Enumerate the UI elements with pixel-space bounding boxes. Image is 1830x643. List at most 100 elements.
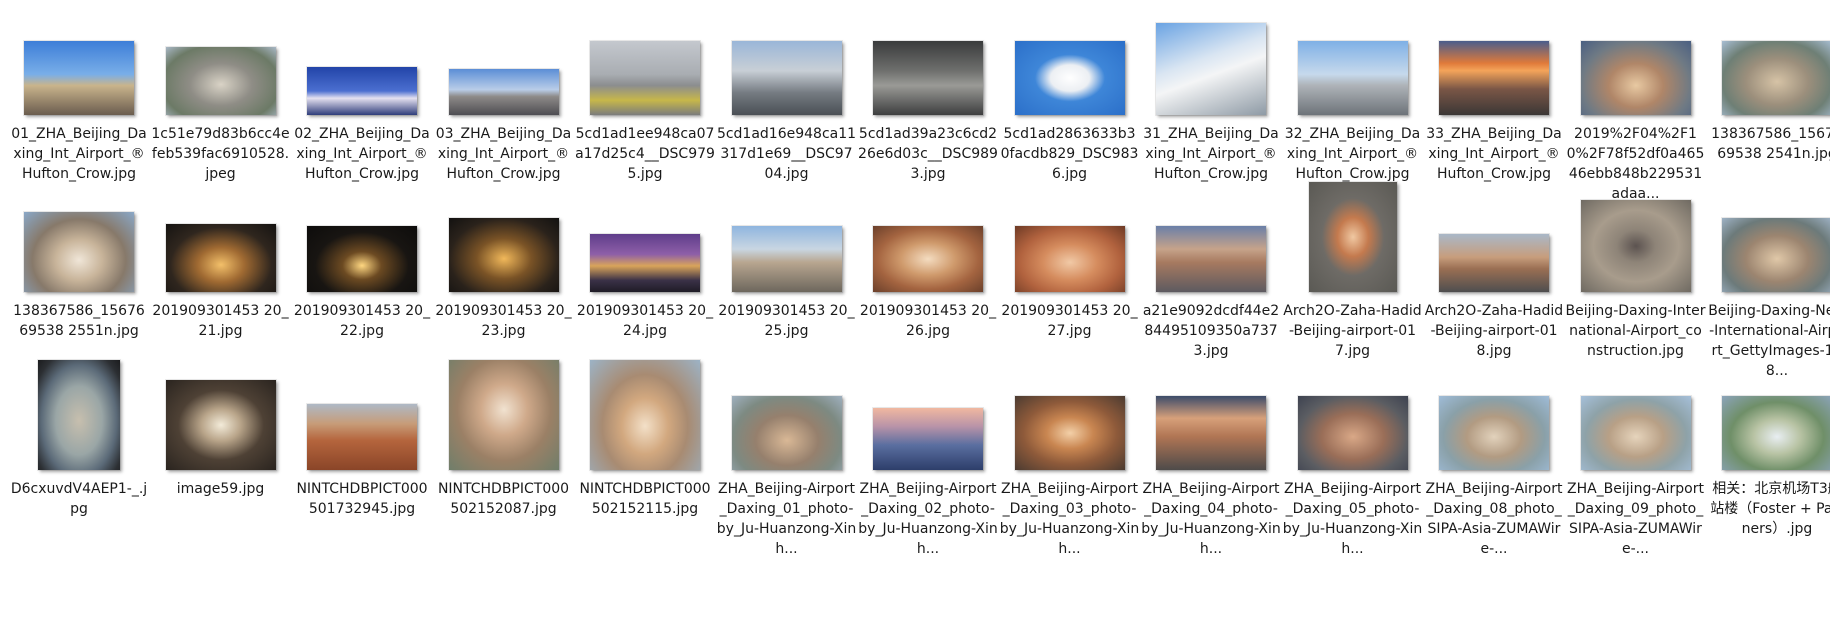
file-item[interactable]: NINTCHDBPICT000501732945.jpg <box>292 355 432 555</box>
file-thumbnail[interactable] <box>164 46 277 116</box>
file-item[interactable]: 201909301453 20_23.jpg <box>434 177 574 377</box>
file-item[interactable]: D6cxuvdV4AEP1-_.jpg <box>9 355 149 555</box>
file-thumbnail[interactable] <box>1579 40 1692 116</box>
file-name[interactable]: NINTCHDBPICT000502152087.jpg <box>434 479 574 519</box>
file-item[interactable]: 5cd1ad1ee948ca07a17d25c4__DSC9795.jpg <box>575 0 715 200</box>
file-thumbnail[interactable] <box>306 225 418 293</box>
file-thumbnail[interactable] <box>1013 225 1126 293</box>
file-name[interactable]: 33_ZHA_Beijing_Daxing_Int_Airport_®Hufto… <box>1424 124 1564 184</box>
file-thumbnail[interactable] <box>872 225 984 293</box>
file-item[interactable]: Arch2O-Zaha-Hadid-Beijing-airport-017.jp… <box>1283 177 1423 377</box>
file-name[interactable]: 相关：北京机场T3航站楼（Foster + Partners）.jpg <box>1707 479 1830 539</box>
file-thumbnail[interactable] <box>23 40 135 116</box>
file-thumbnail[interactable] <box>306 66 418 116</box>
file-name[interactable]: 5cd1ad2863633b30facdb829_DSC9836.jpg <box>1000 124 1140 184</box>
file-thumbnail[interactable] <box>589 359 701 471</box>
file-name[interactable]: 1c51e79d83b6cc4efeb539fac6910528.jpeg <box>151 124 291 184</box>
file-thumbnail[interactable] <box>1155 22 1267 116</box>
file-thumbnail[interactable] <box>589 40 701 116</box>
file-item[interactable]: ZHA_Beijing-Airport_Daxing_05_photo-by_J… <box>1283 355 1423 557</box>
file-name[interactable]: Arch2O-Zaha-Hadid-Beijing-airport-018.jp… <box>1424 301 1564 361</box>
file-name[interactable]: Arch2O-Zaha-Hadid-Beijing-airport-017.jp… <box>1283 301 1423 361</box>
file-thumbnail[interactable] <box>447 68 560 116</box>
file-thumbnail[interactable] <box>1155 395 1267 471</box>
file-item[interactable]: 138367586_1567669538 2551n.jpg <box>9 177 149 377</box>
file-thumbnail[interactable] <box>447 359 560 471</box>
file-item[interactable]: ZHA_Beijing-Airport_Daxing_04_photo-by_J… <box>1141 355 1281 557</box>
file-item[interactable]: 138367586_1567669538 2541n.jpg <box>1707 0 1830 200</box>
file-item[interactable]: 相关：北京机场T3航站楼（Foster + Partners）.jpg <box>1707 355 1830 555</box>
file-thumbnail[interactable] <box>730 395 843 471</box>
file-name[interactable]: ZHA_Beijing-Airport_Daxing_04_photo-by_J… <box>1141 479 1281 559</box>
file-item[interactable]: 02_ZHA_Beijing_Daxing_Int_Airport_®Hufto… <box>292 0 432 200</box>
file-item[interactable]: 1c51e79d83b6cc4efeb539fac6910528.jpeg <box>151 0 291 200</box>
file-item[interactable]: ZHA_Beijing-Airport_Daxing_08_photo_SIPA… <box>1424 355 1564 557</box>
file-thumbnail[interactable] <box>872 407 984 471</box>
file-thumbnail[interactable] <box>1438 395 1550 471</box>
file-thumbnail[interactable] <box>1013 395 1126 471</box>
file-name[interactable]: 201909301453 20_23.jpg <box>434 301 574 341</box>
file-item[interactable]: NINTCHDBPICT000502152087.jpg <box>434 355 574 555</box>
file-item[interactable]: Beijing-Daxing-International-Airport_con… <box>1566 177 1706 377</box>
file-item[interactable]: 5cd1ad2863633b30facdb829_DSC9836.jpg <box>1000 0 1140 200</box>
file-name[interactable]: 32_ZHA_Beijing_Daxing_Int_Airport_®Hufto… <box>1283 124 1423 184</box>
file-name[interactable]: ZHA_Beijing-Airport_Daxing_08_photo_SIPA… <box>1424 479 1564 559</box>
file-item[interactable]: 31_ZHA_Beijing_Daxing_Int_Airport_®Hufto… <box>1141 0 1281 200</box>
file-thumbnail[interactable] <box>1721 40 1830 116</box>
file-name[interactable]: 5cd1ad39a23c6cd226e6d03c__DSC9893.jpg <box>858 124 998 184</box>
file-thumbnail[interactable] <box>1296 40 1409 116</box>
file-name[interactable]: ZHA_Beijing-Airport_Daxing_09_photo_SIPA… <box>1566 479 1706 559</box>
file-thumbnail[interactable] <box>730 40 843 116</box>
file-name[interactable]: 201909301453 20_21.jpg <box>151 301 291 341</box>
file-thumbnail[interactable] <box>1013 40 1126 116</box>
file-item[interactable]: image59.jpg <box>151 355 291 555</box>
file-item[interactable]: 201909301453 20_22.jpg <box>292 177 432 377</box>
file-item[interactable]: 201909301453 20_24.jpg <box>575 177 715 377</box>
file-thumbnail[interactable] <box>1307 181 1398 293</box>
file-name[interactable]: D6cxuvdV4AEP1-_.jpg <box>9 479 149 519</box>
file-thumbnail[interactable] <box>1579 395 1692 471</box>
file-name[interactable]: ZHA_Beijing-Airport_Daxing_03_photo-by_J… <box>1000 479 1140 559</box>
file-name[interactable]: Beijing-Daxing-International-Airport_con… <box>1566 301 1706 361</box>
file-item[interactable]: 5cd1ad16e948ca11317d1e69__DSC9704.jpg <box>717 0 857 200</box>
file-name[interactable]: 03_ZHA_Beijing_Daxing_Int_Airport_®Hufto… <box>434 124 574 184</box>
file-item[interactable]: Arch2O-Zaha-Hadid-Beijing-airport-018.jp… <box>1424 177 1564 377</box>
file-item[interactable]: 201909301453 20_21.jpg <box>151 177 291 377</box>
file-name[interactable]: 138367586_1567669538 2551n.jpg <box>9 301 149 341</box>
file-thumbnail[interactable] <box>164 379 277 471</box>
file-name[interactable]: ZHA_Beijing-Airport_Daxing_02_photo-by_J… <box>858 479 998 559</box>
file-name[interactable]: ZHA_Beijing-Airport_Daxing_05_photo-by_J… <box>1283 479 1423 559</box>
file-item[interactable]: 01_ZHA_Beijing_Daxing_Int_Airport_®Hufto… <box>9 0 149 200</box>
file-thumbnail[interactable] <box>1438 233 1550 293</box>
file-item[interactable]: ZHA_Beijing-Airport_Daxing_09_photo_SIPA… <box>1566 355 1706 557</box>
file-name[interactable]: NINTCHDBPICT000501732945.jpg <box>292 479 432 519</box>
file-name[interactable]: ZHA_Beijing-Airport_Daxing_01_photo-by_J… <box>717 479 857 559</box>
file-item[interactable]: NINTCHDBPICT000502152115.jpg <box>575 355 715 555</box>
file-name[interactable]: NINTCHDBPICT000502152115.jpg <box>575 479 715 519</box>
file-thumbnail[interactable] <box>872 40 984 116</box>
file-item[interactable]: 2019%2F04%2F10%2F78f52df0a46546ebb848b22… <box>1566 0 1706 202</box>
file-thumbnail[interactable] <box>1579 199 1692 293</box>
file-thumbnail[interactable] <box>306 403 418 471</box>
file-item[interactable]: 201909301453 20_27.jpg <box>1000 177 1140 377</box>
file-item[interactable]: 5cd1ad39a23c6cd226e6d03c__DSC9893.jpg <box>858 0 998 200</box>
file-name[interactable]: 138367586_1567669538 2541n.jpg <box>1707 124 1830 164</box>
file-item[interactable]: ZHA_Beijing-Airport_Daxing_03_photo-by_J… <box>1000 355 1140 557</box>
file-name[interactable]: 201909301453 20_22.jpg <box>292 301 432 341</box>
file-name[interactable]: 201909301453 20_24.jpg <box>575 301 715 341</box>
file-thumbnail[interactable] <box>1438 40 1550 116</box>
file-thumbnail[interactable] <box>1721 395 1830 471</box>
file-name[interactable]: 02_ZHA_Beijing_Daxing_Int_Airport_®Hufto… <box>292 124 432 184</box>
file-item[interactable]: 03_ZHA_Beijing_Daxing_Int_Airport_®Hufto… <box>434 0 574 200</box>
file-thumbnail[interactable] <box>37 359 121 471</box>
file-name[interactable]: a21e9092dcdf44e284495109350a7373.jpg <box>1141 301 1281 361</box>
file-name[interactable]: image59.jpg <box>151 479 291 499</box>
file-item[interactable]: Beijing-Daxing-New-International-Airport… <box>1707 177 1830 379</box>
file-name[interactable]: 31_ZHA_Beijing_Daxing_Int_Airport_®Hufto… <box>1141 124 1281 184</box>
file-thumbnail[interactable] <box>1155 225 1267 293</box>
file-item[interactable]: 201909301453 20_26.jpg <box>858 177 998 377</box>
file-thumbnail[interactable] <box>730 225 843 293</box>
file-item[interactable]: 201909301453 20_25.jpg <box>717 177 857 377</box>
file-thumbnail[interactable] <box>164 223 277 293</box>
file-item[interactable]: 32_ZHA_Beijing_Daxing_Int_Airport_®Hufto… <box>1283 0 1423 200</box>
